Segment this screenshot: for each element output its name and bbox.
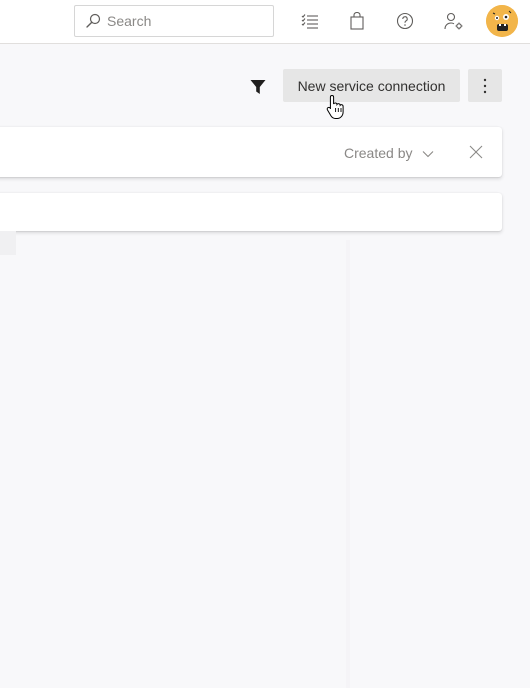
new-service-connection-button[interactable]: New service connection (283, 69, 460, 102)
filter-icon[interactable] (248, 77, 268, 97)
search-icon (85, 13, 101, 29)
top-bar (0, 0, 530, 44)
task-list-icon[interactable] (299, 10, 321, 32)
more-vertical-icon[interactable] (468, 69, 502, 102)
close-icon[interactable] (468, 144, 484, 160)
search-box[interactable] (74, 5, 274, 37)
created-by-label: Created by (344, 145, 413, 161)
filter-bar: Created by (0, 127, 502, 177)
avatar-icon[interactable] (486, 5, 518, 37)
help-icon[interactable] (394, 10, 416, 32)
search-input[interactable] (107, 13, 267, 29)
created-by-dropdown[interactable]: Created by (344, 144, 434, 162)
hand-cursor-icon (326, 94, 346, 120)
list-selection-strip (0, 231, 16, 255)
user-settings-icon[interactable] (443, 10, 465, 32)
divider (346, 240, 350, 688)
marketplace-bag-icon[interactable] (346, 10, 368, 32)
service-connections-list (0, 193, 502, 231)
chevron-down-icon (422, 145, 434, 161)
